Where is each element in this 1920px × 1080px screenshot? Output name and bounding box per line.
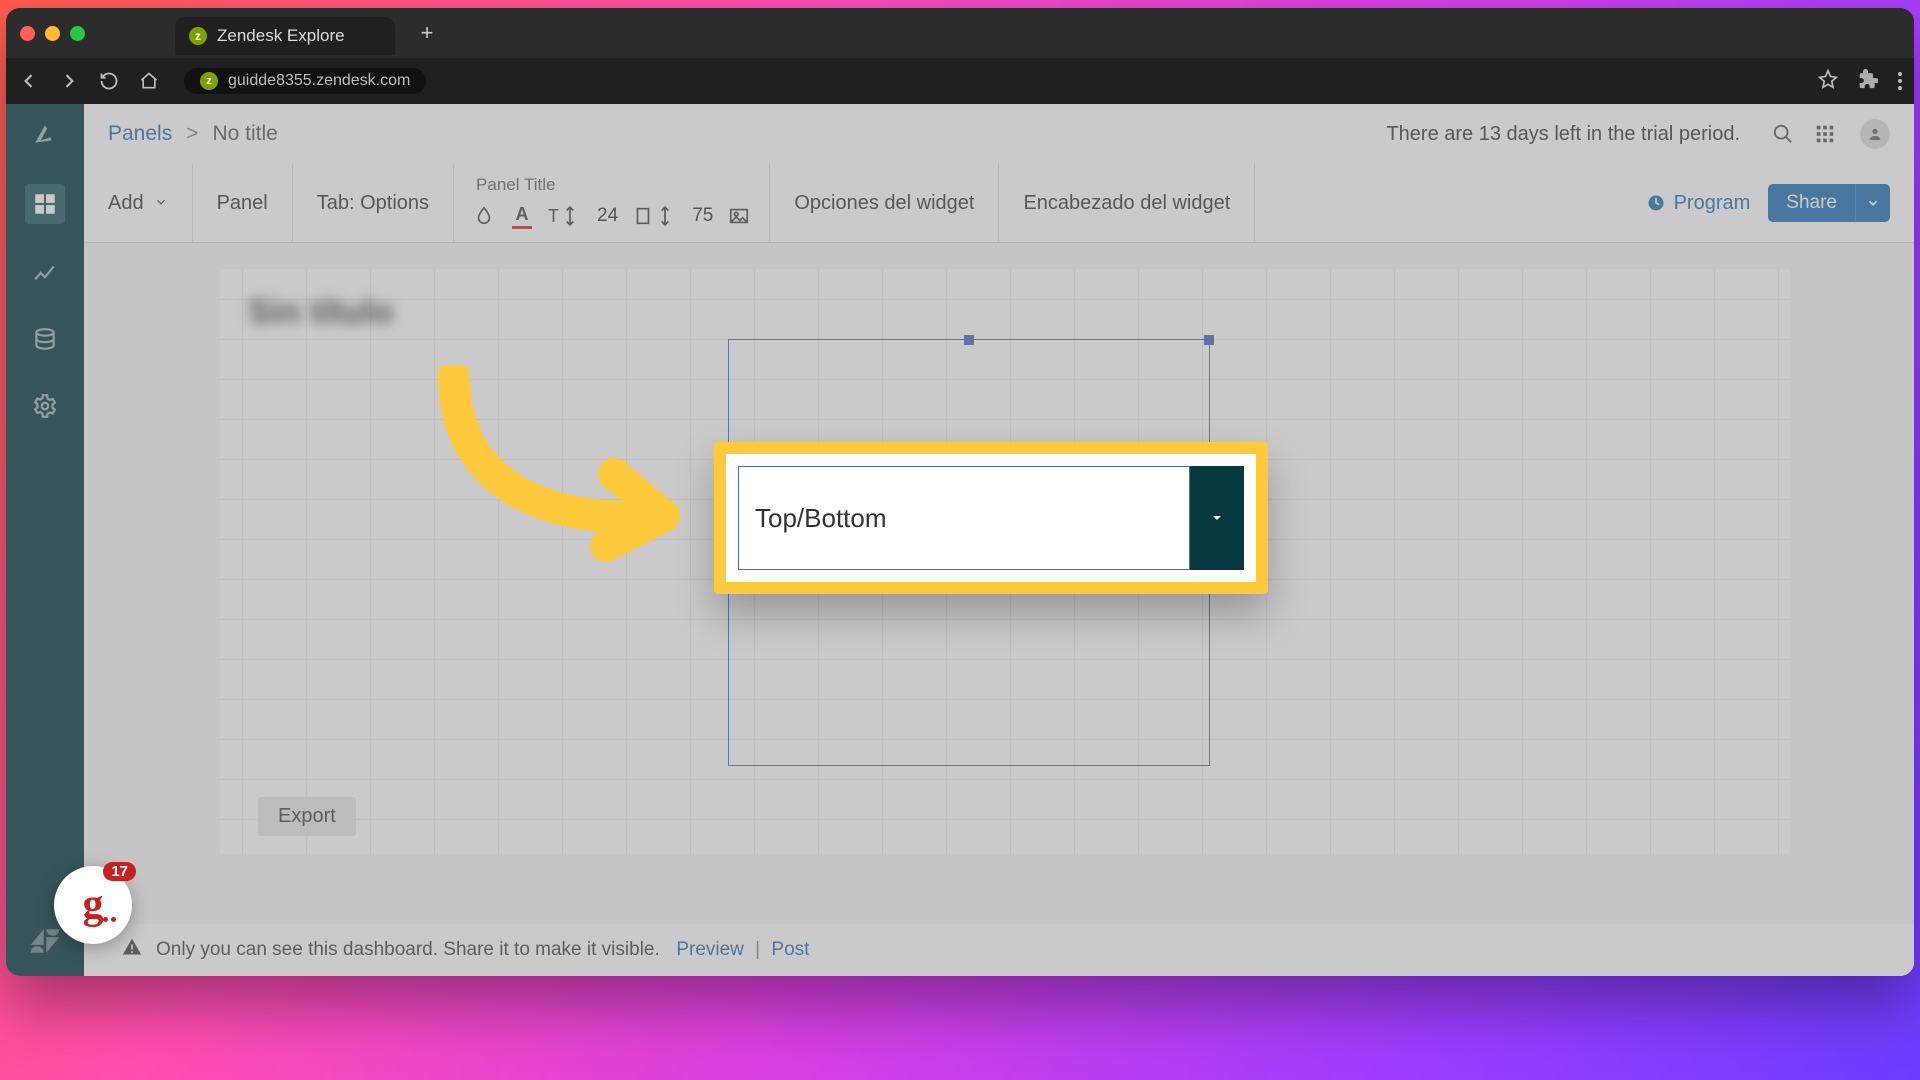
app-viewport: Panels > No title There are 13 days left… [6, 104, 1914, 976]
font-size-value[interactable]: 24 [597, 205, 618, 227]
breadcrumb-root[interactable]: Panels [108, 122, 172, 146]
datasets-icon[interactable] [29, 324, 61, 356]
add-menu[interactable]: Add [84, 164, 193, 242]
widget-header-button[interactable]: Encabezado del widget [999, 164, 1255, 242]
browser-tab[interactable]: z Zendesk Explore [175, 17, 395, 55]
program-label: Program [1674, 192, 1751, 215]
footer-message: Only you can see this dashboard. Share i… [156, 939, 660, 961]
window-controls [20, 26, 85, 41]
dashboards-icon[interactable] [25, 184, 65, 224]
page-header: Panels > No title There are 13 days left… [84, 104, 1914, 165]
forward-button[interactable] [58, 70, 80, 92]
fill-color-icon[interactable] [472, 201, 496, 231]
widget-header-label: Encabezado del widget [1023, 192, 1230, 215]
widget-options-button[interactable]: Opciones del widget [770, 164, 999, 242]
url-text: guidde8355.zendesk.com [228, 72, 410, 90]
breadcrumb-current: No title [212, 122, 277, 146]
reload-button[interactable] [98, 70, 120, 92]
post-link[interactable]: Post [771, 939, 809, 961]
browser-menu-icon[interactable] [1898, 72, 1902, 90]
share-chevron-icon[interactable] [1855, 184, 1890, 222]
queries-icon[interactable] [29, 258, 61, 290]
width-value[interactable]: 75 [692, 205, 713, 227]
editor-toolbar: Add Panel Tab: Options Panel Title A T 2… [84, 164, 1914, 243]
user-avatar[interactable] [1860, 119, 1890, 149]
image-icon[interactable] [727, 201, 751, 231]
guidde-dots-icon [103, 917, 116, 922]
apps-grid-icon[interactable] [1814, 123, 1836, 145]
guidde-launcher[interactable]: g 17 [54, 866, 132, 944]
warning-icon [122, 937, 142, 963]
settings-icon[interactable] [29, 390, 61, 422]
tab-options-label: Tab: Options [317, 192, 429, 215]
export-label: Export [278, 805, 336, 827]
visibility-footer: Only you can see this dashboard. Share i… [84, 924, 1914, 976]
guidde-logo-icon: g [83, 881, 104, 929]
close-window-button[interactable] [20, 26, 35, 41]
add-label: Add [108, 192, 144, 215]
minimize-window-button[interactable] [45, 26, 60, 41]
text-size-icon[interactable]: T [548, 201, 581, 231]
extensions-icon[interactable] [1858, 69, 1878, 94]
home-button[interactable] [138, 70, 160, 92]
preview-link[interactable]: Preview [676, 939, 744, 961]
site-favicon: z [200, 72, 218, 90]
widget-dropdown-button[interactable] [1190, 466, 1244, 570]
left-rail [6, 104, 84, 976]
export-button[interactable]: Export [258, 797, 356, 836]
tab-options-button[interactable]: Tab: Options [293, 164, 454, 242]
explore-logo-icon[interactable] [29, 118, 61, 150]
dashboard-title-blurred: Sin título [248, 293, 393, 332]
breadcrumb-sep: > [186, 122, 198, 146]
program-button[interactable]: Program [1646, 192, 1751, 215]
resize-handle-top-right[interactable] [1204, 335, 1214, 345]
browser-window: z Zendesk Explore + z guidde8355.zendesk… [6, 8, 1914, 976]
annotation-arrow-icon [414, 366, 714, 576]
footer-sep: | [750, 939, 766, 961]
text-color-icon[interactable]: A [510, 201, 534, 231]
url-field[interactable]: z guidde8355.zendesk.com [184, 68, 426, 94]
titlebar: z Zendesk Explore + [6, 8, 1914, 58]
resize-handle-top[interactable] [964, 335, 974, 345]
chevron-down-icon [154, 192, 168, 215]
panel-label: Panel [217, 192, 268, 215]
address-bar: z guidde8355.zendesk.com [6, 58, 1914, 104]
panel-title-group: Panel Title A T 24 75 [454, 164, 770, 242]
widget-title-text: Top/Bottom [755, 503, 887, 534]
trial-notice: There are 13 days left in the trial peri… [1386, 123, 1740, 146]
tab-title: Zendesk Explore [217, 26, 345, 46]
width-icon[interactable] [632, 201, 676, 231]
guidde-badge: 17 [103, 862, 136, 881]
search-icon[interactable] [1772, 123, 1794, 145]
back-button[interactable] [18, 70, 40, 92]
highlighted-widget: Top/Bottom [714, 442, 1268, 594]
tab-favicon: z [189, 27, 207, 45]
widget-title-field[interactable]: Top/Bottom [738, 466, 1190, 570]
share-label: Share [1768, 184, 1855, 222]
bookmark-icon[interactable] [1818, 69, 1838, 94]
panel-title-label: Panel Title [476, 175, 751, 195]
share-button[interactable]: Share [1768, 184, 1890, 222]
panel-button[interactable]: Panel [193, 164, 293, 242]
widget-options-label: Opciones del widget [794, 192, 974, 215]
new-tab-button[interactable]: + [421, 20, 434, 46]
maximize-window-button[interactable] [70, 26, 85, 41]
